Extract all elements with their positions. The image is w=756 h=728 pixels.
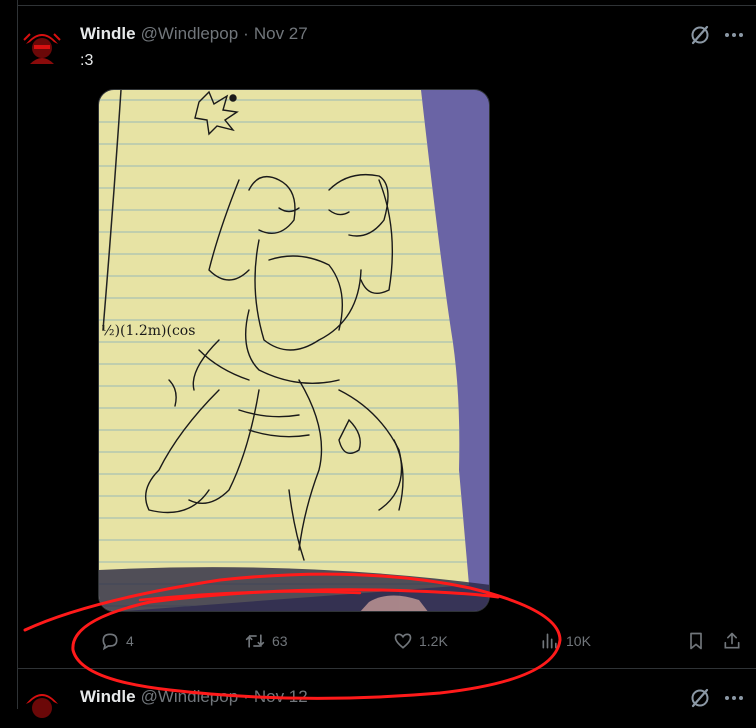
timeline-border	[17, 0, 18, 709]
tweet-date[interactable]: Nov 27	[254, 24, 308, 44]
grok-icon[interactable]	[688, 686, 712, 710]
views-icon	[542, 633, 557, 649]
reply-count: 4	[126, 633, 134, 649]
sketch-photo: ½)(1.2m)(cos	[99, 90, 489, 611]
retweet-count: 63	[272, 633, 288, 649]
tweet-image[interactable]: ½)(1.2m)(cos	[98, 89, 490, 612]
bookmark-icon	[690, 632, 702, 650]
tweet-header: Windle @Windlepop · Nov 12	[80, 687, 308, 707]
author-name[interactable]: Windle	[80, 687, 136, 707]
share-icon	[724, 632, 740, 649]
grok-icon[interactable]	[688, 23, 712, 47]
like-icon	[394, 633, 412, 649]
retweet-button[interactable]: 63	[244, 631, 288, 651]
svg-text:½)(1.2m)(cos: ½)(1.2m)(cos	[101, 323, 195, 339]
views-button[interactable]: 10K	[540, 631, 591, 651]
tweet-header: Windle @Windlepop · Nov 27	[80, 24, 308, 44]
reply-button[interactable]: 4	[100, 631, 134, 651]
separator-dot: ·	[243, 687, 249, 706]
bookmark-button[interactable]	[686, 631, 706, 651]
avatar[interactable]	[20, 24, 64, 68]
tweet-date[interactable]: Nov 12	[254, 687, 308, 707]
author-handle[interactable]: @Windlepop	[141, 687, 239, 707]
divider-top	[17, 5, 756, 6]
retweet-icon	[245, 634, 265, 648]
tweet-text: :3	[80, 52, 94, 69]
avatar-image	[20, 24, 64, 68]
avatar[interactable]	[20, 684, 64, 728]
separator-dot: ·	[243, 24, 249, 43]
more-icon[interactable]	[722, 23, 746, 47]
reply-icon	[102, 633, 118, 651]
views-count: 10K	[566, 633, 591, 649]
avatar-image	[20, 684, 64, 728]
author-handle[interactable]: @Windlepop	[141, 24, 239, 44]
share-button[interactable]	[722, 631, 742, 651]
author-name[interactable]: Windle	[80, 24, 136, 44]
like-button[interactable]: 1.2K	[393, 631, 448, 651]
like-count: 1.2K	[419, 633, 448, 649]
more-icon[interactable]	[722, 686, 746, 710]
divider	[17, 668, 756, 669]
